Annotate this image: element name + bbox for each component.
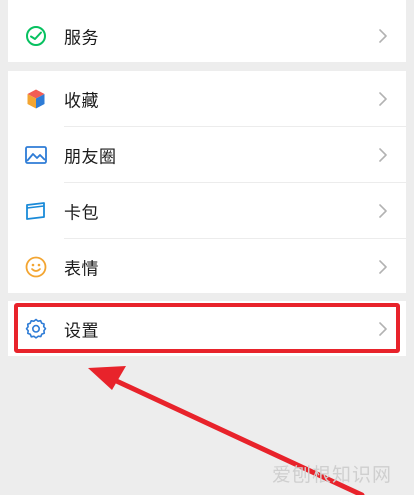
cube-icon [27, 89, 45, 108]
watermark: 爱刨根知识网 [271, 464, 392, 486]
menu-item-label: 收藏 [64, 91, 99, 111]
menu-item-label: 朋友圈 [64, 147, 117, 167]
service-icon [26, 25, 46, 46]
service-section: 服务 [8, 0, 406, 62]
chevron-right-icon [379, 259, 387, 274]
menu-item-moments[interactable]: 朋友圈 [8, 127, 406, 182]
wechat-me-page: 服务 收藏 朋友圈 卡包 表情 设置 爱刨根知识网 [0, 0, 414, 495]
chevron-right-icon [379, 147, 387, 162]
card-icon [26, 201, 45, 220]
tools-section: 收藏 朋友圈 卡包 表情 [8, 71, 406, 293]
chevron-right-icon [379, 28, 387, 43]
menu-item-label: 表情 [64, 259, 99, 279]
menu-item-label: 服务 [64, 28, 99, 48]
menu-item-label: 卡包 [64, 203, 99, 223]
highlight-box [14, 303, 400, 353]
menu-item-service[interactable]: 服务 [8, 8, 406, 63]
menu-item-stickers[interactable]: 表情 [8, 239, 406, 294]
chevron-right-icon [379, 91, 387, 106]
chevron-right-icon [379, 203, 387, 218]
menu-item-cards[interactable]: 卡包 [8, 183, 406, 238]
menu-item-favorites[interactable]: 收藏 [8, 71, 406, 126]
smile-icon [25, 256, 47, 277]
image-icon [25, 145, 47, 164]
